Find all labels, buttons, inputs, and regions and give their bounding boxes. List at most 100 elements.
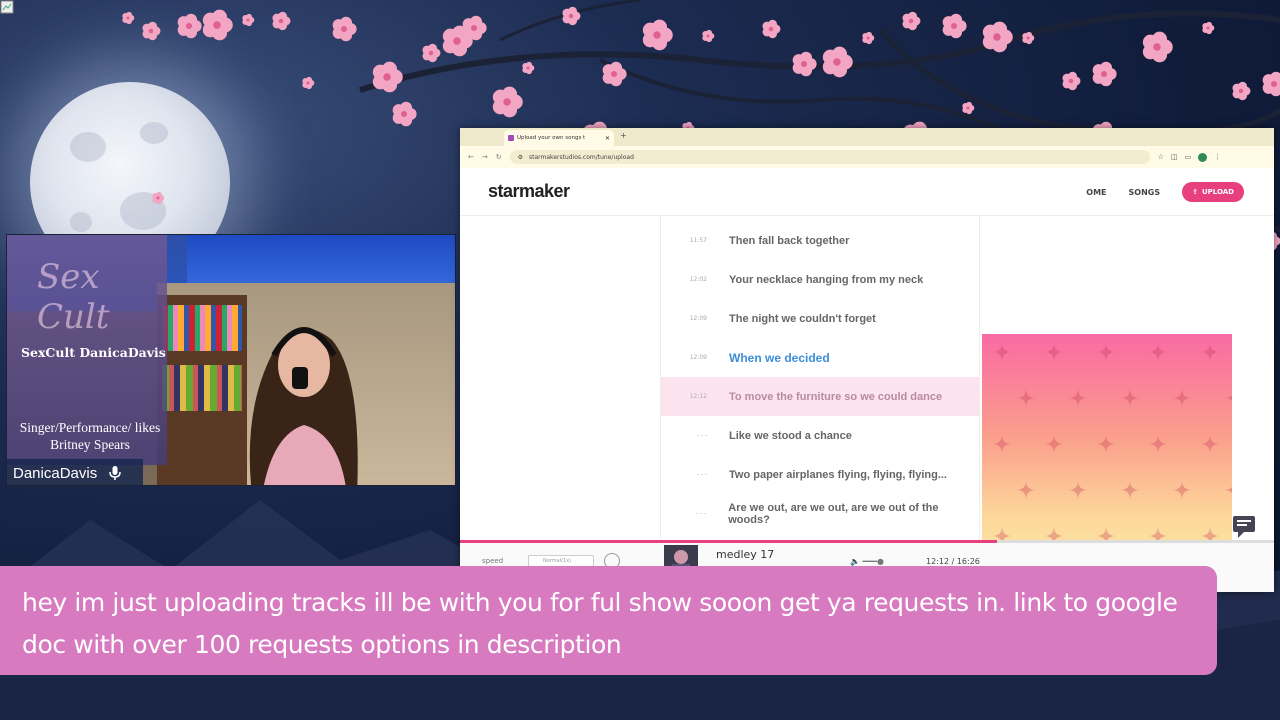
cherry-blossom: [202, 9, 233, 41]
lyric-row[interactable]: 11:57 Then fall back together: [661, 221, 979, 260]
cherry-blossom: [642, 19, 673, 51]
cherry-blossom: [792, 51, 817, 77]
artwork-star: [1148, 434, 1168, 454]
cherry-blossom: [492, 86, 523, 118]
artwork-star: [1016, 388, 1036, 408]
reload-icon[interactable]: ↻: [496, 153, 502, 161]
cherry-blossom: [962, 101, 975, 115]
cherry-blossom: [1142, 31, 1173, 63]
lyric-row[interactable]: - - - Like we stood a chance: [661, 416, 979, 455]
speed-label: speed: [482, 557, 504, 565]
upload-icon: ⇪: [1192, 188, 1198, 196]
cherry-blossom: [762, 19, 781, 39]
cherry-blossom: [702, 29, 715, 43]
browser-toolbar: ← → ↻ ⚙ starmakerstudios.com/tune/upload…: [460, 146, 1274, 168]
streamer-person: [249, 327, 358, 485]
lyric-text: The night we couldn't forget: [729, 312, 876, 325]
lyric-text: Your necklace hanging from my neck: [729, 273, 924, 286]
artwork-star: [1044, 434, 1064, 454]
site-info-icon[interactable]: ⚙: [518, 154, 523, 161]
favicon-icon: [508, 135, 514, 141]
artwork-star: [1096, 342, 1116, 362]
new-tab-icon[interactable]: +: [620, 131, 627, 140]
cherry-blossom: [272, 11, 291, 31]
nav-home[interactable]: OME: [1086, 188, 1106, 197]
cherry-blossom: [1092, 61, 1117, 87]
artwork-star: [1068, 480, 1088, 500]
lyric-timestamp: 12:02: [689, 276, 707, 283]
banner-title: SexCult DanicaDavis: [21, 345, 166, 360]
artwork-star: [1148, 342, 1168, 362]
forward-icon[interactable]: →: [482, 153, 488, 161]
artwork-star: [1044, 342, 1064, 362]
lyric-row[interactable]: 12:12 To move the furniture so we could d…: [661, 377, 979, 416]
lyric-timestamp: 12:12: [689, 393, 707, 400]
artwork-star: [992, 342, 1012, 362]
artwork-star: [1224, 394, 1232, 402]
lyric-row[interactable]: 12:02 Your necklace hanging from my neck: [661, 260, 979, 299]
cherry-blossom: [902, 11, 921, 31]
song-artwork: [982, 334, 1232, 560]
cherry-blossom: [462, 15, 487, 41]
cherry-blossom: [942, 13, 967, 39]
artwork-star: [1096, 434, 1116, 454]
artwork-star: [992, 434, 1012, 454]
cherry-blossom: [422, 43, 441, 63]
artwork-star: [1068, 388, 1088, 408]
back-icon[interactable]: ←: [468, 153, 474, 161]
browser-tab[interactable]: Upload your own songs t ✕: [504, 130, 614, 146]
address-bar[interactable]: ⚙ starmakerstudios.com/tune/upload: [509, 150, 1150, 164]
cherry-blossom: [1062, 71, 1081, 91]
lyric-timestamp: - - -: [696, 471, 707, 478]
cherry-blossom: [177, 13, 202, 39]
bookmark-star-icon[interactable]: ☆: [1158, 153, 1164, 161]
cherry-blossom: [862, 31, 875, 45]
tab-title: Upload your own songs t: [517, 135, 586, 141]
browser-tab-strip: Upload your own songs t ✕ +: [460, 128, 1274, 146]
cherry-blossom: [392, 101, 417, 127]
artwork-star: [1120, 388, 1140, 408]
chat-support-icon[interactable]: [1230, 512, 1260, 542]
menu-kebab-icon[interactable]: ⋮: [1214, 153, 1221, 161]
profile-avatar[interactable]: [1198, 152, 1208, 162]
lyric-row[interactable]: - - - Two paper airplanes flying, flying,…: [661, 455, 979, 494]
upload-button[interactable]: ⇪ UPLOAD: [1182, 182, 1244, 202]
banner-cursive-text: Sex Cult: [37, 257, 110, 337]
lyric-timestamp: 11:57: [689, 237, 707, 244]
close-tab-icon[interactable]: ✕: [605, 135, 610, 142]
cherry-blossom: [1232, 81, 1251, 101]
lyric-row[interactable]: 12:09 When we decided: [661, 338, 979, 377]
cherry-blossom: [602, 61, 627, 87]
artwork-star: [1172, 388, 1192, 408]
sidepanel-icon[interactable]: ▭: [1185, 153, 1192, 161]
broken-image-icon: [0, 0, 14, 14]
lyric-text: When we decided: [729, 350, 830, 365]
lyric-text: Then fall back together: [729, 234, 850, 247]
extensions-icon[interactable]: ◫: [1171, 153, 1178, 161]
lyric-row[interactable]: 12:09 The night we couldn't forget: [661, 299, 979, 338]
artwork-star: [1200, 434, 1220, 454]
cherry-blossom: [332, 16, 357, 42]
cherry-blossom: [242, 13, 255, 27]
nav-songs[interactable]: SONGS: [1129, 188, 1161, 197]
artwork-star: [1200, 342, 1220, 362]
lyric-timestamp: - - -: [695, 510, 707, 517]
lyric-row[interactable]: - - - Are we out, are we out, are we out …: [661, 494, 979, 533]
lyric-timestamp: - - -: [696, 432, 707, 439]
lyric-text: To move the furniture so we could dance: [729, 390, 943, 403]
url-text: starmakerstudios.com/tune/upload: [529, 153, 634, 161]
starmaker-logo[interactable]: starmaker: [488, 181, 570, 202]
lyric-timestamp: 12:09: [689, 315, 707, 322]
volume-control[interactable]: 🔈 ━━━●: [850, 557, 884, 566]
browser-window: Upload your own songs t ✕ + ← → ↻ ⚙ star…: [460, 128, 1274, 592]
track-name: medley 17: [716, 548, 775, 561]
cherry-blossom: [1262, 71, 1280, 97]
cherry-blossom: [1022, 31, 1035, 45]
lyric-text: Like we stood a chance: [729, 429, 852, 442]
microphone-icon: [109, 466, 121, 480]
starmaker-header: starmaker OME SONGS ⇪ UPLOAD: [460, 168, 1274, 216]
artwork-star: [1016, 480, 1036, 500]
webcam-feed: Sex Cult SexCult DanicaDavis Singer/Perf…: [6, 234, 456, 486]
cherry-blossom: [122, 11, 135, 25]
artwork-star: [1224, 486, 1232, 494]
